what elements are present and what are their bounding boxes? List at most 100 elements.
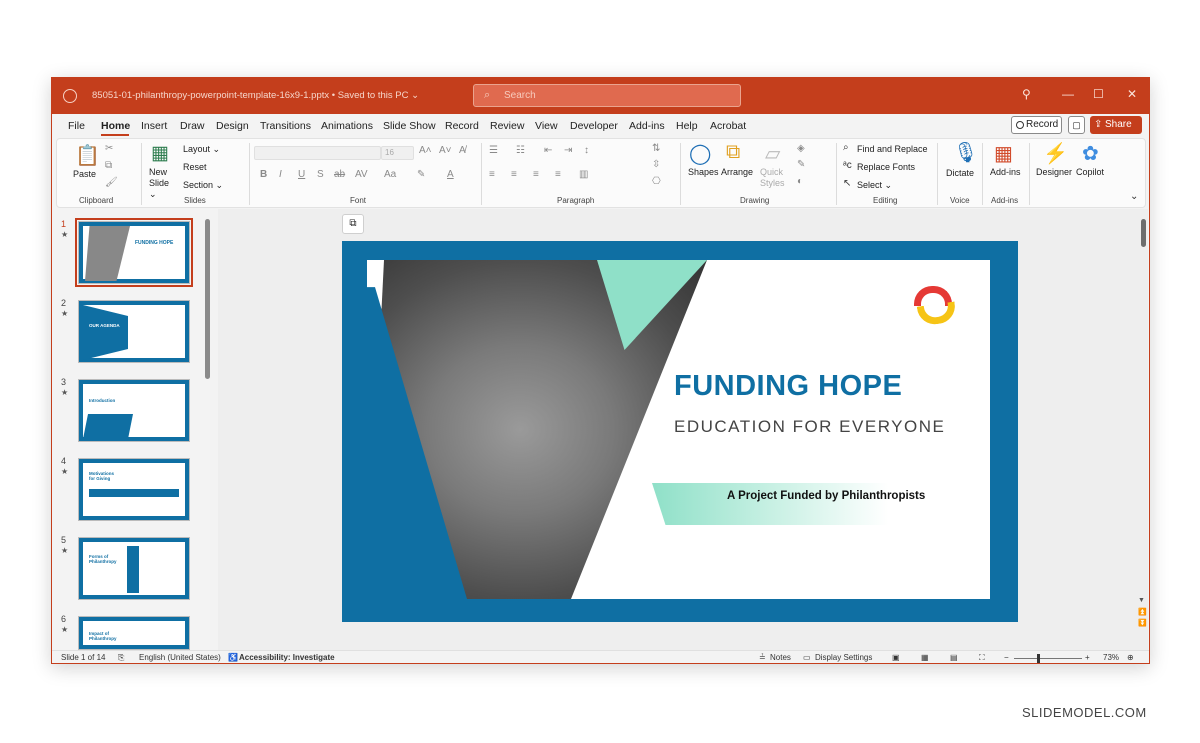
shapes-button[interactable]: Shapes [688, 167, 719, 177]
format-painter-icon[interactable]: 🖌 [105, 177, 118, 188]
slide-thumbnail[interactable]: Forms of Philanthropy [78, 537, 190, 600]
line-spacing-icon[interactable]: ↕ [584, 145, 589, 156]
zoom-out-icon[interactable]: − [1004, 653, 1009, 662]
font-size-dropdown[interactable]: 16 [381, 146, 414, 160]
slide-thumbnail[interactable]: FUNDING HOPE [75, 218, 193, 287]
cut-icon[interactable]: ✂ [105, 143, 113, 154]
slideshow-icon[interactable]: ⛶ [979, 653, 985, 663]
previous-slide-icon[interactable]: ⏫ [1138, 608, 1147, 616]
slide-thumbnail[interactable]: Motivations for Giving [78, 458, 190, 521]
tab-draw[interactable]: Draw [180, 120, 205, 132]
change-case-icon[interactable]: Aa [384, 169, 396, 180]
document-filename[interactable]: 85051-01-philanthropy-powerpoint-templat… [92, 90, 419, 101]
tab-acrobat[interactable]: Acrobat [710, 120, 746, 132]
tab-add-ins[interactable]: Add-ins [629, 120, 665, 132]
lightbulb-icon[interactable]: ⚲ [1022, 87, 1031, 101]
arrange-icon[interactable]: ⧉ [726, 141, 740, 164]
minimize-button[interactable]: — [1062, 87, 1074, 101]
tab-home[interactable]: Home [101, 120, 130, 132]
fit-to-window-icon[interactable]: ⊕ [1127, 653, 1134, 662]
align-text-icon[interactable]: ⇳ [652, 159, 660, 170]
font-color-icon[interactable]: A [447, 169, 454, 180]
designer-icon[interactable]: ⚡ [1043, 141, 1068, 166]
align-left-icon[interactable]: ≡ [489, 169, 495, 180]
tab-review[interactable]: Review [490, 120, 524, 132]
new-slide-button[interactable]: New Slide ⌄ [149, 167, 175, 200]
editor-scrollbar[interactable] [1141, 219, 1146, 247]
microphone-icon[interactable]: 🎙 [953, 140, 978, 165]
designer-button[interactable]: Designer [1036, 167, 1072, 177]
arrange-button[interactable]: Arrange [721, 167, 753, 177]
justify-icon[interactable]: ≡ [555, 169, 561, 180]
align-right-icon[interactable]: ≡ [533, 169, 539, 180]
decrease-indent-icon[interactable]: ⇤ [544, 145, 552, 156]
copilot-icon[interactable]: ✿ [1082, 141, 1099, 166]
maximize-button[interactable]: ☐ [1093, 87, 1104, 101]
text-direction-icon[interactable]: ⇅ [652, 143, 660, 154]
zoom-in-icon[interactable]: + [1085, 653, 1090, 662]
language-indicator[interactable]: English (United States) [139, 653, 221, 662]
tab-animations[interactable]: Animations [321, 120, 373, 132]
ribbon-collapse-icon[interactable]: ⌄ [1130, 191, 1138, 202]
search-box[interactable]: ⌕ Search [473, 84, 741, 107]
add-ins-button[interactable]: Add-ins [990, 167, 1021, 177]
underline-icon[interactable]: U [298, 169, 305, 180]
copy-icon[interactable]: ⧉ [105, 160, 112, 171]
slide-thumbnail[interactable]: OUR AGENDA [78, 300, 190, 363]
layout-button[interactable]: Layout ⌄ [183, 144, 220, 155]
italic-icon[interactable]: I [279, 169, 282, 180]
tab-help[interactable]: Help [676, 120, 698, 132]
increase-font-icon[interactable]: A˄ [419, 145, 432, 156]
powerpoint-app-icon[interactable] [63, 89, 77, 103]
copilot-button[interactable]: Copilot [1076, 167, 1104, 177]
add-ins-icon[interactable]: ▦ [994, 141, 1013, 166]
next-slide-icon[interactable]: ⏬ [1138, 619, 1147, 627]
scroll-down-icon[interactable]: ▼ [1138, 597, 1145, 604]
slide-tagline[interactable]: A Project Funded by Philanthropists [727, 490, 925, 502]
dictate-button[interactable]: Dictate [946, 168, 974, 178]
tab-design[interactable]: Design [216, 120, 249, 132]
reading-view-icon[interactable]: ▤ [950, 653, 958, 662]
spelling-icon[interactable]: ⎘ [118, 653, 124, 663]
tab-transitions[interactable]: Transitions [260, 120, 311, 132]
find-and-replace-button[interactable]: Find and Replace [857, 144, 928, 154]
quick-styles-icon[interactable]: ▱ [765, 141, 780, 166]
quick-styles-button[interactable]: Quick Styles [760, 167, 790, 189]
decrease-font-icon[interactable]: A˅ [439, 145, 452, 156]
clear-format-icon[interactable]: A̸ [459, 145, 466, 156]
strikethrough-icon[interactable]: ab [334, 169, 345, 180]
zoom-level[interactable]: 73% [1103, 653, 1119, 662]
shadow-icon[interactable]: S [317, 169, 324, 180]
slide-title[interactable]: FUNDING HOPE [674, 370, 902, 403]
copilot-chip-button[interactable]: ⧉ [342, 214, 364, 234]
zoom-slider-handle[interactable] [1037, 654, 1040, 663]
slide-sorter-icon[interactable]: ▦ [921, 653, 929, 662]
bold-icon[interactable]: B [260, 169, 267, 180]
shape-outline-icon[interactable]: ✎ [797, 159, 805, 170]
zoom-slider[interactable] [1014, 658, 1082, 659]
new-slide-icon[interactable]: ▦ [151, 142, 169, 165]
numbering-icon[interactable]: ☷ [516, 145, 525, 156]
shape-fill-icon[interactable]: ◈ [797, 143, 805, 154]
tab-insert[interactable]: Insert [141, 120, 167, 132]
smartart-icon[interactable]: ⎔ [652, 176, 661, 187]
tab-view[interactable]: View [535, 120, 558, 132]
record-button[interactable]: Record [1011, 116, 1062, 134]
slide-thumbnail[interactable]: Introduction [78, 379, 190, 442]
display-settings-button[interactable]: Display Settings [815, 653, 872, 662]
paste-icon[interactable]: 📋 [75, 143, 100, 168]
align-center-icon[interactable]: ≡ [511, 169, 517, 180]
columns-icon[interactable]: ▥ [579, 169, 588, 180]
slide-subtitle[interactable]: EDUCATION FOR EVERYONE [674, 417, 945, 437]
select-button[interactable]: Select ⌄ [857, 180, 892, 191]
notes-button[interactable]: Notes [770, 653, 791, 662]
increase-indent-icon[interactable]: ⇥ [564, 145, 572, 156]
paste-button[interactable]: Paste [73, 169, 96, 179]
tab-slide-show[interactable]: Slide Show [383, 120, 436, 132]
comments-button[interactable]: ▢ [1068, 116, 1085, 134]
accessibility-status[interactable]: Accessibility: Investigate [239, 653, 335, 662]
highlight-icon[interactable]: ✎ [417, 169, 425, 180]
thumbnail-scrollbar[interactable] [205, 219, 210, 379]
slide-thumbnail[interactable]: Impact of Philanthropy [78, 616, 190, 650]
shape-effects-icon[interactable]: ◐ [797, 176, 803, 187]
